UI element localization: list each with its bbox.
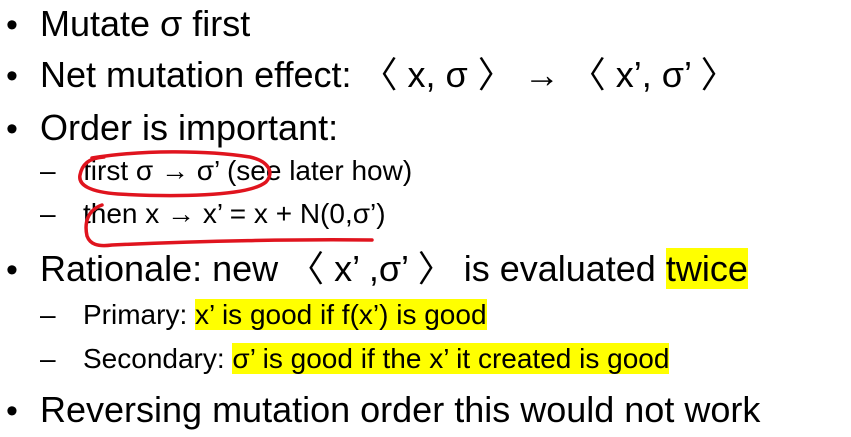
highlighted-text: twice: [665, 248, 748, 289]
sub-text: then x → x’ = x + N(0,σ’): [83, 198, 386, 229]
bullet-text: Order is important:: [40, 107, 339, 148]
bullet-text-plain: Rationale: new 〈 x’ ,σ’ 〉 is evaluated: [40, 248, 666, 289]
sub-marker: –: [40, 299, 56, 330]
sub-marker: –: [40, 198, 56, 229]
sub-marker: –: [40, 343, 56, 374]
sub-text: Secondary: σ’ is good if the x’ it creat…: [83, 343, 670, 374]
bullet-marker: •: [6, 57, 18, 95]
highlighted-text: x’ is good if f(x’) is good: [195, 299, 487, 330]
bullet-marker: •: [6, 251, 18, 289]
sub-marker: –: [40, 155, 56, 186]
sub-text: Primary: x’ is good if f(x’) is good: [83, 299, 487, 330]
sub-text: first σ → σ’ (see later how): [83, 155, 413, 186]
bullet-marker: •: [6, 110, 18, 148]
bullet-marker: •: [6, 392, 18, 430]
bullet-text: Rationale: new 〈 x’ ,σ’ 〉 is evaluated t…: [40, 248, 748, 289]
bullet-marker: •: [6, 6, 18, 44]
sub-text-plain: Secondary:: [83, 343, 233, 374]
sub-text-plain: Primary:: [83, 299, 195, 330]
bullet-text: Reversing mutation order this would not …: [40, 389, 761, 430]
bullet-text: Net mutation effect: 〈 x, σ 〉 → 〈 x’, σ’…: [40, 54, 737, 95]
bullet-text: Mutate σ first: [40, 3, 251, 44]
highlighted-text: σ’ is good if the x’ it created is good: [232, 343, 670, 374]
